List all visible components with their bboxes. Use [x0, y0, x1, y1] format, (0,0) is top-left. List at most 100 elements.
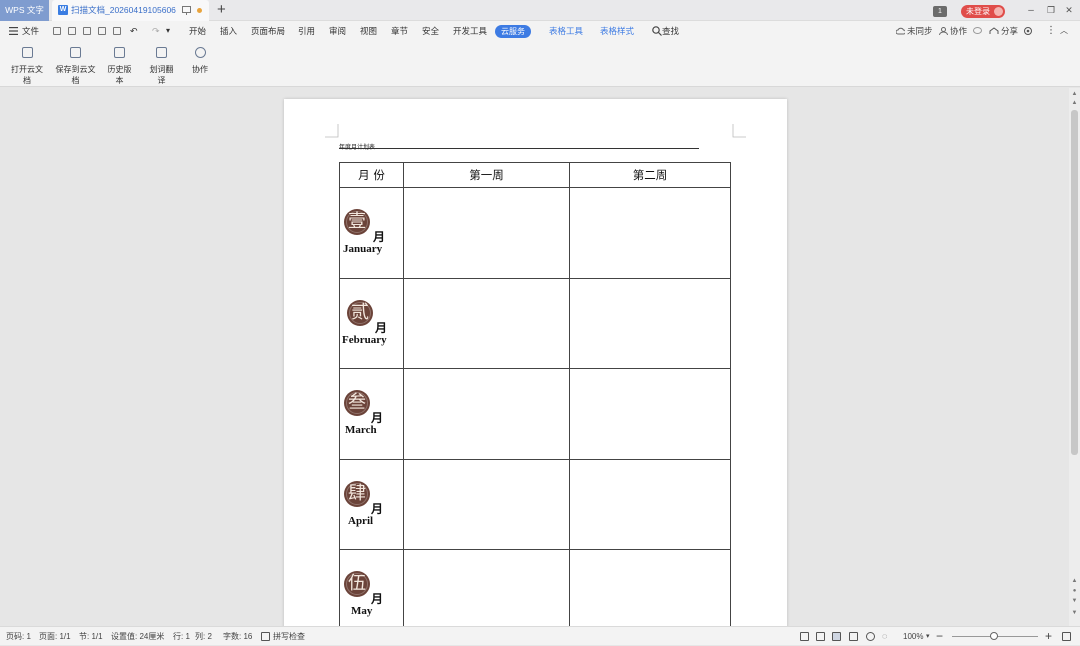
- month-english: April: [348, 514, 374, 527]
- week2-cell[interactable]: [569, 277, 731, 369]
- redo-icon[interactable]: ↷: [152, 21, 160, 41]
- scroll-page-down-icon[interactable]: ▼: [1070, 598, 1079, 604]
- tab-page-layout[interactable]: 页面布局: [251, 21, 285, 41]
- history-icon: [114, 47, 125, 58]
- status-page[interactable]: 页码: 1: [6, 627, 31, 646]
- month-cell-january[interactable]: 壹 月 January: [339, 187, 404, 279]
- month-cell-may[interactable]: 伍 月 May: [339, 549, 404, 626]
- history-versions-button[interactable]: 历史版本: [104, 47, 135, 86]
- week2-cell[interactable]: [569, 187, 731, 279]
- comment-icon[interactable]: [973, 27, 982, 35]
- week1-cell[interactable]: [403, 277, 570, 369]
- monthly-plan-table[interactable]: 月 份 第一周 第二周 壹 月 January 贰 月 February 叁 月…: [339, 162, 731, 626]
- sync-status[interactable]: 未同步: [907, 21, 933, 41]
- tab-security[interactable]: 安全: [422, 21, 439, 41]
- reading-mode-icon[interactable]: [816, 632, 825, 641]
- search-label[interactable]: 查找: [662, 21, 679, 41]
- close-button[interactable]: ✕: [1061, 0, 1077, 21]
- undo-icon[interactable]: ↶: [130, 21, 138, 41]
- customize-toolbar-icon[interactable]: ▾: [166, 21, 170, 41]
- zoom-slider-handle[interactable]: [990, 632, 998, 640]
- fullscreen-icon[interactable]: [800, 632, 809, 641]
- ribbon-collab-button[interactable]: 协作: [190, 47, 210, 75]
- outline-view-icon[interactable]: [849, 632, 858, 641]
- tab-review[interactable]: 审阅: [329, 21, 346, 41]
- zoom-in-icon[interactable]: +: [1045, 627, 1052, 646]
- document-page[interactable]: 年度月计划表 月 份 第一周 第二周 壹 月 January 贰 月 Febru…: [284, 99, 787, 626]
- restore-button[interactable]: ❐: [1043, 0, 1059, 21]
- status-section[interactable]: 节: 1/1: [79, 627, 103, 646]
- scroll-up-icon[interactable]: ▲: [1070, 91, 1079, 97]
- export-pdf-icon[interactable]: [83, 27, 91, 35]
- week1-cell[interactable]: [403, 368, 570, 460]
- month-english: February: [342, 333, 387, 346]
- tab-references[interactable]: 引用: [298, 21, 315, 41]
- week2-cell[interactable]: [569, 458, 731, 550]
- open-cloud-doc-button[interactable]: 打开云文档: [8, 47, 46, 86]
- minimize-button[interactable]: –: [1023, 0, 1039, 21]
- print-icon[interactable]: [98, 27, 106, 35]
- table-row: 伍 月 May: [339, 549, 731, 626]
- status-column[interactable]: 列: 2: [195, 627, 212, 646]
- settings-gear-icon[interactable]: [1023, 26, 1033, 36]
- document-tab[interactable]: W 扫描文档_20260419105606: [52, 0, 209, 21]
- header-cell-week1[interactable]: 第一周: [403, 162, 570, 188]
- week1-cell[interactable]: [403, 458, 570, 550]
- tab-cloud-services[interactable]: 云服务: [495, 25, 531, 38]
- scroll-page-up-icon[interactable]: ▲: [1070, 100, 1079, 106]
- select-browse-icon[interactable]: ●: [1070, 588, 1079, 594]
- print-preview-icon[interactable]: [113, 27, 121, 35]
- login-button[interactable]: 未登录: [961, 5, 1005, 18]
- menu-file[interactable]: 文件: [22, 21, 39, 41]
- tab-view[interactable]: 视图: [360, 21, 377, 41]
- open-icon[interactable]: [53, 27, 61, 35]
- search-icon[interactable]: [652, 26, 662, 36]
- scroll-page-up-icon[interactable]: ▲: [1070, 578, 1079, 584]
- hamburger-icon[interactable]: [9, 27, 18, 35]
- tab-chapter[interactable]: 章节: [391, 21, 408, 41]
- collab-button[interactable]: 协作: [950, 21, 967, 41]
- month-english: March: [345, 424, 377, 436]
- week2-cell[interactable]: [569, 368, 731, 460]
- collapse-ribbon-icon[interactable]: ︿: [1060, 21, 1068, 41]
- share-button[interactable]: 分享: [1001, 21, 1018, 41]
- vertical-scrollbar[interactable]: ▲ ▲ ▲ ● ▼ ▼: [1069, 88, 1080, 626]
- tab-insert[interactable]: 插入: [220, 21, 237, 41]
- word-translate-button[interactable]: 划词翻译: [146, 47, 177, 86]
- status-bar: 页码: 1 页面: 1/1 节: 1/1 设置值: 24厘米 行: 1 列: 2…: [0, 626, 1080, 645]
- status-setting-value[interactable]: 设置值: 24厘米: [111, 627, 164, 646]
- tab-table-tools[interactable]: 表格工具: [549, 21, 583, 41]
- save-icon[interactable]: [68, 27, 76, 35]
- status-pages[interactable]: 页面: 1/1: [39, 627, 71, 646]
- week1-cell[interactable]: [403, 549, 570, 626]
- margin-corner-tr: [732, 124, 746, 138]
- zoom-level[interactable]: 100%: [903, 627, 923, 646]
- wps-app-tab[interactable]: WPS 文字: [0, 0, 49, 21]
- web-view-icon[interactable]: [866, 632, 875, 641]
- month-cell-april[interactable]: 肆 月 April: [339, 458, 404, 550]
- header-cell-month[interactable]: 月 份: [339, 162, 404, 188]
- eye-protection-icon[interactable]: ◌: [882, 627, 887, 646]
- tab-table-styles[interactable]: 表格样式: [600, 21, 634, 41]
- status-row[interactable]: 行: 1: [173, 627, 190, 646]
- save-to-cloud-button[interactable]: 保存到云文档: [52, 47, 99, 86]
- zoom-out-icon[interactable]: −: [936, 627, 943, 646]
- tab-home[interactable]: 开始: [189, 21, 206, 41]
- scroll-down-icon[interactable]: ▼: [1070, 610, 1079, 616]
- month-cell-march[interactable]: 叁 月 March: [339, 368, 404, 460]
- scrollbar-thumb[interactable]: [1071, 110, 1078, 455]
- tab-developer-tools[interactable]: 开发工具: [453, 21, 487, 41]
- spell-check-button[interactable]: 拼写检查: [273, 627, 305, 646]
- zoom-dropdown-icon[interactable]: ▾: [926, 627, 930, 646]
- header-cell-week2[interactable]: 第二周: [569, 162, 731, 188]
- week1-cell[interactable]: [403, 187, 570, 279]
- week2-cell[interactable]: [569, 549, 731, 626]
- more-options-icon[interactable]: ⋮: [1046, 21, 1056, 41]
- new-tab-button[interactable]: +: [217, 1, 226, 19]
- month-cell-february[interactable]: 贰 月 February: [339, 277, 404, 369]
- status-word-count[interactable]: 字数: 16: [223, 627, 252, 646]
- page-header-text[interactable]: 年度月计划表: [339, 142, 375, 151]
- page-view-icon[interactable]: [832, 632, 841, 641]
- page-count-badge[interactable]: 1: [933, 6, 947, 17]
- fit-window-icon[interactable]: [1062, 632, 1071, 641]
